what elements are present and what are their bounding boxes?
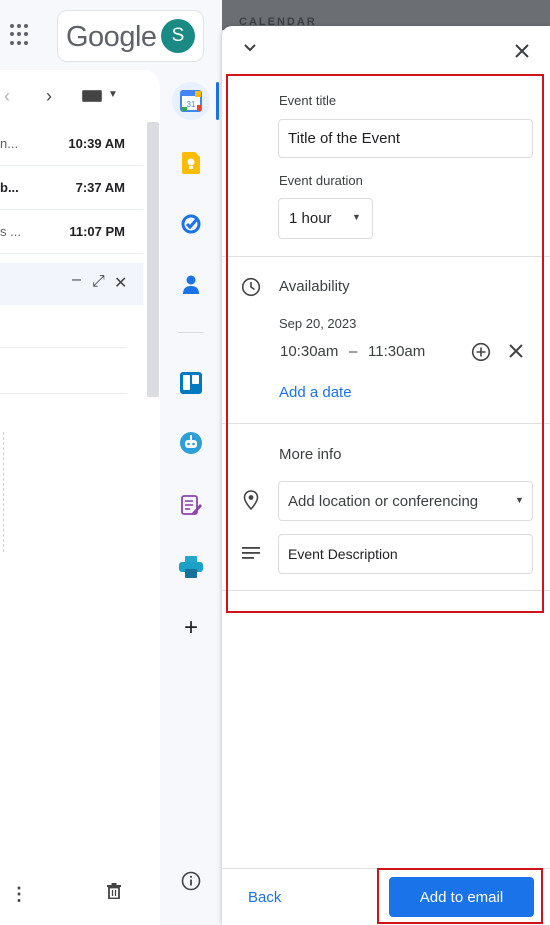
collapse-chevron-icon[interactable] — [243, 43, 257, 53]
avatar[interactable]: S — [161, 19, 195, 53]
google-calendar-icon[interactable]: 31 — [172, 82, 210, 120]
mail-snippet: s ... — [0, 224, 21, 239]
mail-snippet: b... — [0, 180, 19, 195]
keyboard-icon[interactable] — [82, 90, 102, 102]
google-keep-icon[interactable] — [172, 144, 210, 182]
printer-app-icon[interactable] — [172, 548, 210, 586]
svg-text:31: 31 — [187, 100, 196, 109]
notes-app-icon[interactable] — [172, 486, 210, 524]
compose-divider — [0, 347, 127, 348]
mail-time: 7:37 AM — [75, 180, 125, 195]
back-button[interactable]: Back — [248, 889, 281, 906]
add-icon[interactable]: + — [172, 609, 210, 647]
google-tasks-icon[interactable] — [172, 205, 210, 243]
close-icon[interactable]: ✕ — [114, 273, 127, 293]
more-options-icon[interactable]: ⋮ — [10, 884, 28, 905]
google-apps-icon[interactable] — [10, 24, 32, 46]
mail-list-item[interactable]: s ... 11:07 PM — [0, 210, 143, 254]
compose-footer: ⋮ — [0, 872, 143, 914]
mail-time: 11:07 PM — [69, 224, 125, 239]
highlight-box — [226, 74, 544, 613]
scrollbar[interactable] — [147, 122, 159, 397]
next-page-icon[interactable]: › — [46, 86, 52, 107]
google-logo: Google — [66, 21, 157, 53]
mail-list-item[interactable]: b... 7:37 AM — [0, 166, 143, 210]
compose-attachment-area — [0, 432, 4, 552]
mail-list-item[interactable]: n... 10:39 AM — [0, 122, 143, 166]
bot-app-icon[interactable] — [172, 424, 210, 462]
pagination-row: ‹ › ▼ — [0, 80, 140, 114]
close-icon[interactable] — [515, 44, 529, 58]
google-contacts-icon[interactable] — [172, 266, 210, 304]
trello-icon[interactable] — [172, 364, 210, 402]
expand-icon[interactable]: ⤢ — [92, 273, 105, 291]
highlight-box — [377, 868, 543, 924]
trash-icon[interactable] — [107, 883, 121, 899]
compose-header: – ⤢ ✕ — [0, 263, 143, 305]
chevron-down-icon[interactable]: ▼ — [108, 89, 118, 100]
mail-time: 10:39 AM — [68, 136, 125, 151]
minimize-icon[interactable]: – — [72, 271, 81, 289]
previous-page-icon[interactable]: ‹ — [4, 86, 10, 107]
info-icon[interactable] — [172, 862, 210, 900]
active-indicator — [216, 82, 219, 120]
account-switcher[interactable]: Google S — [57, 10, 204, 62]
rail-divider — [178, 332, 204, 333]
mail-snippet: n... — [0, 136, 19, 151]
compose-divider — [0, 393, 127, 394]
